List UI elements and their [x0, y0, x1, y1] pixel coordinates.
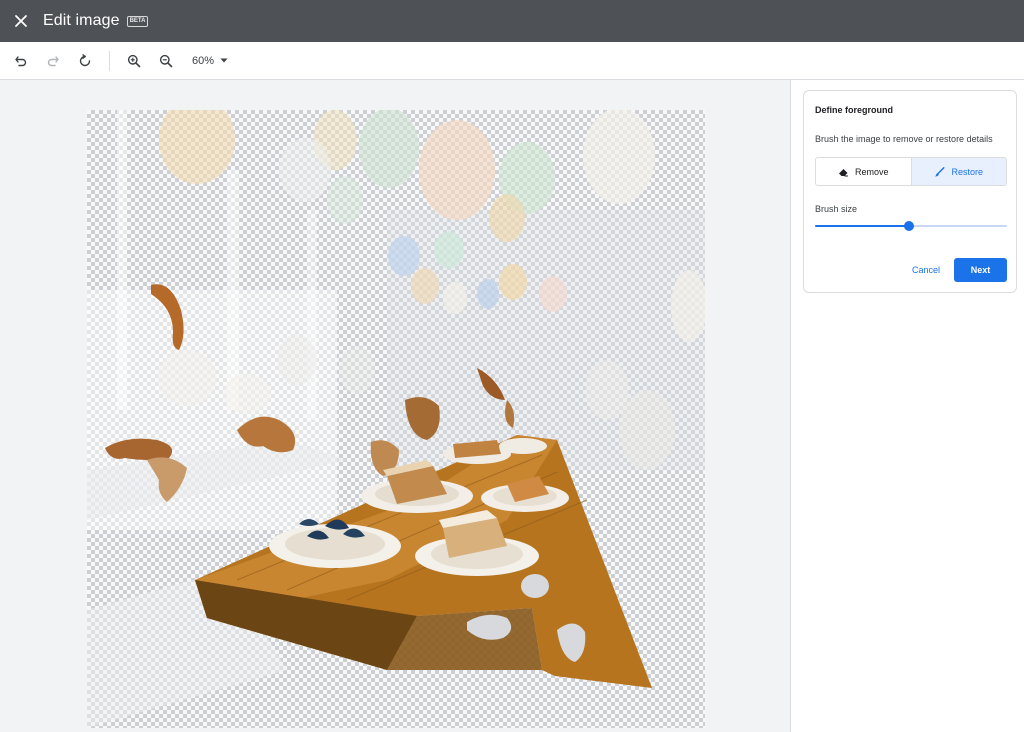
brush-icon	[935, 166, 945, 176]
reset-button[interactable]	[69, 45, 101, 77]
zoom-dropdown[interactable]: 60%	[192, 55, 228, 67]
title-bar: Edit image BETA	[0, 0, 1024, 42]
redo-icon	[47, 55, 59, 66]
restore-button[interactable]: Restore	[910, 158, 1006, 185]
toolbar: 60%	[0, 42, 1024, 80]
eraser-icon	[838, 168, 848, 176]
zoom-out-button[interactable]	[150, 45, 182, 77]
close-button[interactable]	[0, 0, 42, 42]
slider-fill	[815, 225, 910, 227]
undo-button[interactable]	[5, 45, 37, 77]
restore-label: Restore	[951, 166, 983, 177]
zoom-in-icon	[127, 54, 141, 67]
panel-description: Brush the image to remove or restore det…	[815, 134, 993, 144]
slider-thumb[interactable]	[904, 221, 915, 231]
remove-label: Remove	[854, 166, 889, 177]
close-icon	[15, 15, 27, 27]
panel-title: Define foreground	[815, 105, 893, 115]
redo-button[interactable]	[37, 45, 69, 77]
brush-size-slider[interactable]	[815, 219, 1007, 233]
page-title: Edit image	[43, 12, 120, 29]
beta-badge: BETA	[126, 15, 149, 27]
brush-mode-toggle: Remove Restore	[815, 157, 1007, 186]
next-button[interactable]: Next	[954, 258, 1007, 282]
canvas-area	[0, 80, 791, 732]
cancel-button[interactable]: Cancel	[904, 258, 948, 282]
zoom-out-icon	[159, 54, 173, 67]
undo-icon	[15, 55, 27, 66]
zoom-level: 60%	[192, 54, 215, 67]
image-canvas[interactable]	[87, 110, 705, 728]
zoom-in-button[interactable]	[118, 45, 150, 77]
toolbar-divider	[109, 50, 110, 71]
remove-button[interactable]: Remove	[816, 158, 911, 185]
brush-size-label: Brush size	[815, 204, 858, 214]
define-foreground-panel: Define foreground Brush the image to rem…	[803, 90, 1017, 293]
reset-icon	[79, 53, 91, 66]
caret-down-icon	[220, 58, 228, 63]
edited-image-illustration	[87, 110, 705, 728]
